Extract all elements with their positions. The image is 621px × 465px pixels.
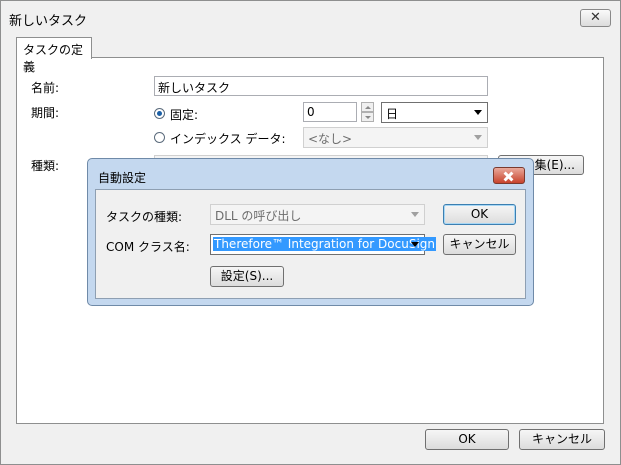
chevron-down-icon xyxy=(411,212,419,217)
dialog-ok-button[interactable]: OK xyxy=(443,204,516,225)
fixed-value-input[interactable]: 0 xyxy=(303,102,357,122)
index-data-radio[interactable] xyxy=(154,132,165,143)
spin-up-button[interactable] xyxy=(361,102,374,112)
chevron-down-icon xyxy=(474,110,482,115)
task-type-label: タスクの種類: xyxy=(106,210,183,224)
chevron-down-icon xyxy=(474,135,482,140)
task-type-select: DLL の呼び出し xyxy=(210,204,425,225)
name-input[interactable]: 新しいタスク xyxy=(154,76,488,96)
settings-button[interactable]: 設定(S)... xyxy=(210,266,284,287)
index-data-label: インデックス データ: xyxy=(170,132,286,146)
index-data-select: <なし> xyxy=(303,127,488,148)
window-title: 新しいタスク xyxy=(9,14,88,29)
dialog-cancel-button[interactable]: キャンセル xyxy=(443,234,516,255)
dialog-close-button[interactable] xyxy=(493,167,525,184)
fixed-radio[interactable] xyxy=(154,108,165,119)
tab-task-definition[interactable]: タスクの定義 xyxy=(16,37,92,74)
type-label: 種類: xyxy=(31,159,60,173)
fixed-label: 固定: xyxy=(170,108,199,122)
close-icon: ✕ xyxy=(590,10,601,25)
dialog-client: タスクの種類: DLL の呼び出し COM クラス名: Therefore™ I… xyxy=(95,189,526,299)
unit-select-value: 日 xyxy=(386,107,399,121)
dialog-title: 自動設定 xyxy=(98,171,147,185)
chevron-down-icon xyxy=(411,242,419,247)
cancel-button[interactable]: キャンセル xyxy=(519,429,605,450)
com-class-label: COM クラス名: xyxy=(106,240,190,254)
task-type-value: DLL の呼び出し xyxy=(215,209,302,223)
unit-select[interactable]: 日 xyxy=(381,102,488,123)
window-close-button[interactable]: ✕ xyxy=(580,9,611,27)
title-bar xyxy=(0,0,621,34)
period-label: 期間: xyxy=(31,106,60,120)
com-class-value: Therefore™ Integration for DocuSign xyxy=(213,237,437,251)
spin-down-button[interactable] xyxy=(361,112,374,122)
com-class-select[interactable]: Therefore™ Integration for DocuSign xyxy=(210,234,437,255)
index-data-select-value: <なし> xyxy=(308,132,353,146)
auto-settings-dialog: 自動設定 タスクの種類: DLL の呼び出し COM クラス名: Therefo… xyxy=(87,158,534,306)
ok-button[interactable]: OK xyxy=(425,429,509,450)
name-label: 名前: xyxy=(31,81,60,95)
